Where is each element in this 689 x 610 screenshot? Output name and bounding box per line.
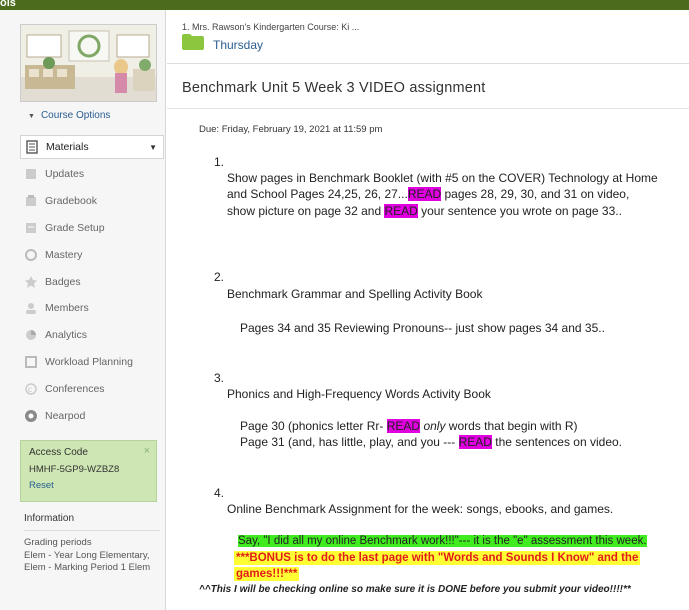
item-text: Online Benchmark Assignment for the week…: [227, 502, 614, 516]
bonus-text: ***BONUS is to do the last page with "Wo…: [234, 551, 641, 565]
item-text: Pages 34 and 35 Reviewing Pronouns-- jus…: [240, 321, 605, 335]
sidebar-item-label: Grade Setup: [45, 221, 105, 234]
item-text: Benchmark Grammar and Spelling Activity …: [227, 287, 483, 301]
sidebar-item-nearpod[interactable]: Nearpod: [20, 402, 166, 429]
main-content: 1. Mrs. Rawson's Kindergarten Course: Ki…: [167, 10, 689, 610]
workload-icon: [24, 355, 38, 369]
text-segment: Page 30 (phonics letter Rr-: [240, 419, 387, 433]
text-segment: the sentences on video.: [491, 435, 623, 449]
nearpod-icon: [24, 409, 38, 423]
top-bar-label: ols: [0, 0, 16, 9]
item-number: 4.: [214, 486, 225, 500]
information-text: Grading periods Elem - Year Long Element…: [24, 537, 151, 573]
divider: [24, 530, 160, 531]
item-text: show picture on page 32 and READ your se…: [227, 204, 622, 218]
text-segment: and School Pages 24,25, 26, 27...: [227, 187, 408, 201]
badges-icon: [24, 275, 38, 289]
access-code-panel: Access Code HMHF-5GP9-WZBZ8 Reset ×: [20, 440, 157, 502]
sidebar-item-materials[interactable]: Materials ▼: [20, 135, 164, 159]
item-text: Show pages in Benchmark Booklet (with #5…: [227, 171, 658, 185]
sidebar-item-members[interactable]: Members: [20, 295, 166, 322]
item-number: 3.: [214, 371, 225, 385]
read-highlight: READ: [458, 435, 492, 449]
say-highlight: Say, "I did all my online Benchmark work…: [238, 535, 647, 547]
read-highlight: READ: [407, 187, 442, 201]
close-icon[interactable]: ×: [144, 445, 150, 457]
read-highlight: READ: [384, 204, 418, 218]
text-segment: only: [423, 419, 446, 433]
item-text: and School Pages 24,25, 26, 27...READ pa…: [227, 187, 629, 201]
sidebar-item-label: Mastery: [45, 248, 83, 261]
course-picture[interactable]: [20, 24, 157, 102]
page-title: Benchmark Unit 5 Week 3 VIDEO assignment: [182, 80, 486, 96]
text-segment: pages 28, 29, 30, and 31 on video,: [441, 187, 630, 201]
mastery-icon: [24, 248, 38, 262]
sidebar-item-label: Members: [45, 302, 89, 315]
sidebar-item-grade-setup[interactable]: Grade Setup: [20, 215, 166, 242]
sidebar-item-mastery[interactable]: Mastery: [20, 241, 166, 268]
sidebar-item-workload-planning[interactable]: Workload Planning: [20, 349, 166, 376]
sidebar-item-label: Workload Planning: [45, 355, 133, 368]
sidebar-item-label: Badges: [45, 275, 81, 288]
sidebar-item-label: Analytics: [45, 329, 88, 342]
text-segment: words that begin with R): [445, 419, 578, 433]
item-text: Phonics and High-Frequency Words Activit…: [227, 387, 491, 401]
read-highlight: READ: [386, 419, 421, 433]
access-code-reset-link[interactable]: Reset: [29, 480, 148, 491]
breadcrumb-area: 1. Mrs. Rawson's Kindergarten Course: Ki…: [167, 10, 689, 64]
gradebook-icon: [24, 194, 38, 208]
sidebar-item-label: Updates: [45, 168, 85, 181]
updates-icon: [24, 167, 38, 181]
due-date: Due: Friday, February 19, 2021 at 11:59 …: [199, 124, 383, 135]
course-options-label: Course Options: [40, 110, 111, 121]
sidebar: ▼ Course Options Materials ▼ Updates Grad…: [0, 10, 166, 610]
breadcrumb[interactable]: 1. Mrs. Rawson's Kindergarten Course: Ki…: [182, 22, 359, 32]
sidebar-item-label: Gradebook: [45, 195, 97, 208]
folder-name[interactable]: Thursday: [213, 38, 263, 52]
divider: [167, 108, 689, 109]
item-text: Page 30 (phonics letter Rr- READ only wo…: [240, 419, 578, 433]
item-number: 2.: [214, 270, 225, 284]
grade-setup-icon: [24, 221, 38, 235]
members-icon: [24, 301, 38, 315]
triangle-down-icon: ▼: [28, 113, 35, 120]
conferences-icon: C: [24, 382, 38, 396]
sidebar-item-badges[interactable]: Badges: [20, 268, 166, 295]
course-options-toggle[interactable]: ▼ Course Options: [28, 110, 110, 121]
analytics-icon: [24, 328, 38, 342]
folder-icon: [182, 34, 204, 50]
item-text: Page 31 (and, has little, play, and you …: [240, 435, 622, 449]
sidebar-item-conferences[interactable]: C Conferences: [20, 375, 166, 402]
information-heading: Information: [24, 513, 75, 524]
sidebar-item-label: Materials: [46, 141, 89, 153]
sidebar-nav: Materials ▼ Updates Gradebook Grade Setu…: [20, 135, 166, 429]
access-code-title: Access Code: [29, 447, 88, 458]
text-segment: your sentence you wrote on page 33..: [417, 204, 622, 218]
final-note: ^^This I will be checking online so make…: [199, 584, 631, 595]
materials-icon: [25, 140, 39, 154]
item-number: 1.: [214, 155, 225, 169]
access-code-value: HMHF-5GP9-WZBZ8: [29, 464, 120, 475]
text-segment: show picture on page 32 and: [227, 204, 385, 218]
sidebar-item-label: Nearpod: [45, 409, 86, 422]
sidebar-item-updates[interactable]: Updates: [20, 161, 166, 188]
caret-down-icon: ▼: [149, 142, 157, 152]
top-bar: ols: [0, 0, 689, 10]
sidebar-item-analytics[interactable]: Analytics: [20, 322, 166, 349]
text-segment: Page 31 (and, has little, play, and you …: [240, 435, 459, 449]
bonus-text: games!!!***: [234, 567, 300, 581]
sidebar-item-gradebook[interactable]: Gradebook: [20, 188, 166, 215]
sidebar-item-label: Conferences: [45, 382, 105, 395]
svg-text:C: C: [28, 387, 32, 394]
